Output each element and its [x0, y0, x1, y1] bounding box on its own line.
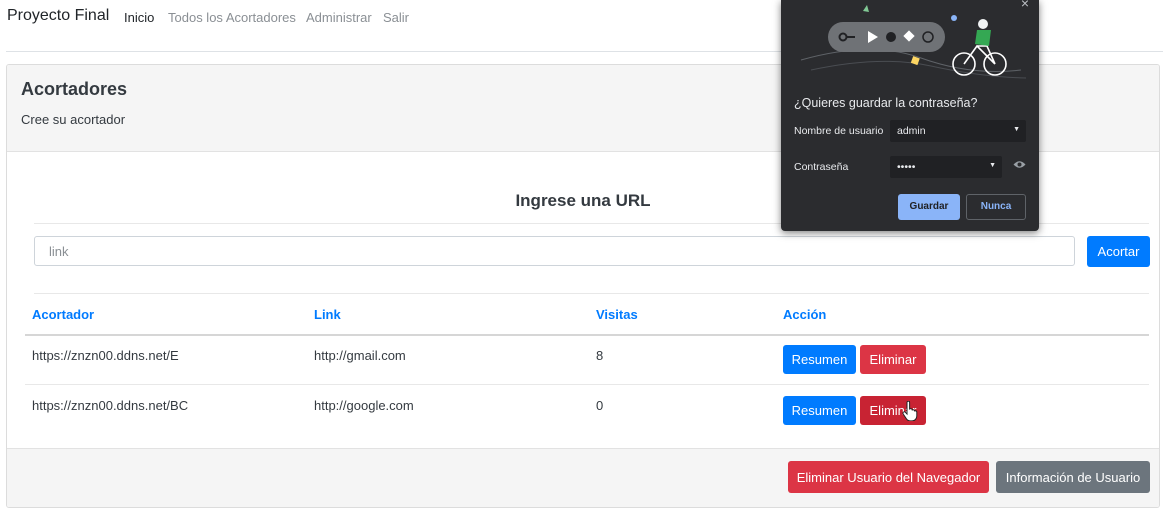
resumen-button[interactable]: Resumen	[783, 396, 856, 425]
visits-cell: 0	[596, 398, 604, 413]
acortar-button[interactable]: Acortar	[1087, 236, 1150, 267]
save-password-question: ¿Quieres guardar la contraseña?	[794, 96, 978, 110]
delete-user-button[interactable]: Eliminar Usuario del Navegador	[788, 461, 989, 493]
link-cell: http://gmail.com	[314, 348, 406, 363]
pointer-hand-icon	[902, 401, 918, 421]
password-illustration	[800, 5, 1027, 79]
column-header-accion: Acción	[783, 307, 827, 322]
username-label: Nombre de usuario	[794, 125, 884, 137]
column-header-visitas: Visitas	[596, 307, 638, 322]
table-header-divider	[25, 334, 1149, 336]
chevron-down-icon: ▼	[989, 162, 996, 169]
nav-link-inicio[interactable]: Inicio	[124, 10, 154, 25]
eliminar-button[interactable]: Eliminar	[860, 345, 926, 374]
short-url-cell[interactable]: https://znzn00.ddns.net/BC	[32, 398, 188, 413]
column-header-acortador: Acortador	[32, 307, 95, 322]
username-dropdown[interactable]: admin ▼	[890, 120, 1026, 142]
username-value: admin	[897, 125, 926, 137]
divider	[34, 293, 1149, 294]
user-info-button[interactable]: Información de Usuario	[996, 461, 1150, 493]
save-password-dialog: × ¿Quieres guardar la contraseña? Nombre…	[781, 0, 1039, 231]
card-footer: Eliminar Usuario del Navegador Informaci…	[7, 448, 1159, 507]
row-divider	[25, 384, 1149, 385]
chevron-down-icon: ▼	[1013, 126, 1020, 133]
eye-icon[interactable]	[1013, 160, 1026, 169]
guardar-button[interactable]: Guardar	[898, 194, 960, 220]
resumen-button[interactable]: Resumen	[783, 345, 856, 374]
card-subtitle: Cree su acortador	[21, 112, 126, 127]
navbar-brand[interactable]: Proyecto Final	[7, 7, 109, 25]
column-header-link: Link	[314, 307, 341, 322]
card-title: Acortadores	[21, 79, 128, 99]
nav-link-todos-acortadores[interactable]: Todos los Acortadores	[168, 10, 296, 25]
link-cell: http://google.com	[314, 398, 414, 413]
password-label: Contraseña	[794, 161, 849, 173]
short-url-cell[interactable]: https://znzn00.ddns.net/E	[32, 348, 179, 363]
password-value: •••••	[897, 161, 916, 173]
nunca-button[interactable]: Nunca	[966, 194, 1026, 220]
nav-link-salir[interactable]: Salir	[383, 10, 409, 25]
password-dropdown[interactable]: ••••• ▼	[890, 156, 1002, 178]
link-input[interactable]	[34, 236, 1075, 266]
visits-cell: 8	[596, 348, 604, 363]
nav-link-administrar[interactable]: Administrar	[306, 10, 372, 25]
